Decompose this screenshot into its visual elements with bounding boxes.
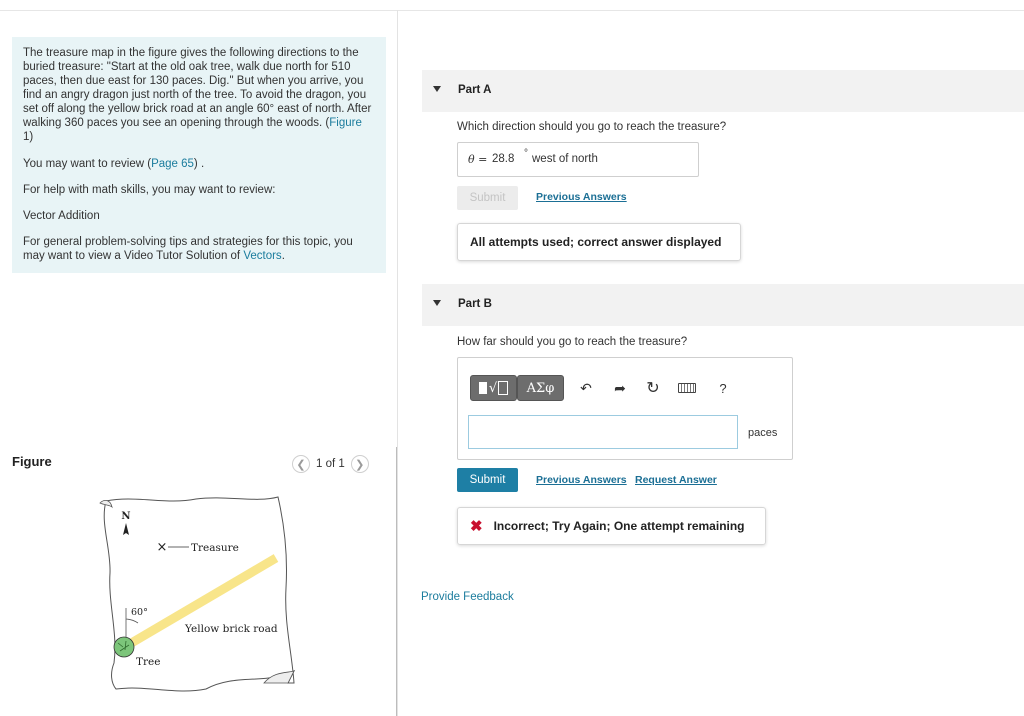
templates-icon[interactable]: √ xyxy=(470,375,517,401)
redo-icon[interactable]: ➦ xyxy=(611,375,629,401)
part-a-question: Which direction should you go to reach t… xyxy=(457,121,727,133)
problem-line: The treasure map in the figure gives the… xyxy=(23,47,359,59)
treasure-label: Treasure xyxy=(191,542,239,554)
collapse-triangle-icon[interactable] xyxy=(433,86,441,92)
road-label: Yellow brick road xyxy=(184,623,278,635)
collapse-triangle-icon[interactable] xyxy=(433,300,441,306)
greek-symbols-button[interactable]: ΑΣφ xyxy=(517,375,564,401)
part-b-previous-answers-link[interactable]: Previous Answers xyxy=(536,474,627,486)
math-help-text: For help with math skills, you may want … xyxy=(23,184,276,196)
figure-link-cont[interactable]: 1) xyxy=(23,130,33,144)
north-label: N xyxy=(121,511,130,522)
problem-line: paces, then due east for 130 paces. Dig.… xyxy=(23,75,364,87)
top-divider xyxy=(0,10,1024,11)
tree-icon xyxy=(113,636,135,658)
part-a-status-banner: All attempts used; correct answer displa… xyxy=(457,223,741,261)
review-prefix: You may want to review ( xyxy=(23,158,152,170)
reset-icon[interactable]: ↻ xyxy=(644,375,662,401)
figure-title: Figure xyxy=(12,454,52,469)
part-b-header[interactable]: Part B xyxy=(422,284,1024,326)
problem-line: set off along the yellow brick road at a… xyxy=(23,103,372,115)
part-b-status-text: Incorrect; Try Again; One attempt remain… xyxy=(493,519,745,533)
figure-link[interactable]: Figure xyxy=(329,117,362,129)
request-answer-link[interactable]: Request Answer xyxy=(635,474,717,486)
problem-statement: The treasure map in the figure gives the… xyxy=(12,37,386,273)
problem-line: walking 360 paces you see an opening thr… xyxy=(23,117,362,129)
problem-line: buried treasure: "Start at the old oak t… xyxy=(23,61,351,73)
part-a-header[interactable]: Part A xyxy=(422,70,1024,112)
column-divider xyxy=(397,10,398,716)
chevron-left-icon[interactable]: ❮ xyxy=(292,455,310,473)
tips-prefix: may want to view a Video Tutor Solution … xyxy=(23,250,244,262)
tips-line: For general problem-solving tips and str… xyxy=(23,236,353,248)
keyboard-icon[interactable] xyxy=(677,375,697,401)
angle-label: 60° xyxy=(131,607,148,618)
math-answer-editor: √ ΑΣφ ↶ ➦ ↻ ? paces xyxy=(457,357,793,460)
answer-suffix: west of north xyxy=(532,153,598,165)
review-suffix: ) . xyxy=(193,158,205,170)
figure-pager: ❮ 1 of 1 ❯ xyxy=(292,455,369,473)
theta-symbol: θ = xyxy=(468,153,488,166)
pager-text: 1 of 1 xyxy=(316,458,345,470)
part-a-status-text: All attempts used; correct answer displa… xyxy=(470,235,722,249)
answer-value: 28.8 xyxy=(492,153,515,165)
units-label: paces xyxy=(748,427,778,439)
provide-feedback-link[interactable]: Provide Feedback xyxy=(421,591,514,603)
part-b-label: Part B xyxy=(458,298,492,310)
vector-addition-link[interactable]: Vector Addition xyxy=(23,209,100,223)
tips-line: may want to view a Video Tutor Solution … xyxy=(23,249,285,263)
tips-suffix: . xyxy=(281,250,285,262)
close-x-icon: ✖ xyxy=(470,518,483,535)
distance-input[interactable] xyxy=(468,415,738,449)
part-a-previous-answers-link[interactable]: Previous Answers xyxy=(536,191,627,203)
undo-icon[interactable]: ↶ xyxy=(577,375,595,401)
part-a-label: Part A xyxy=(458,84,492,96)
degree-symbol: ° xyxy=(524,148,528,159)
map-parchment xyxy=(103,496,296,692)
part-b-submit-button[interactable]: Submit xyxy=(457,468,518,492)
review-page-link[interactable]: Page 65 xyxy=(151,158,194,170)
problem-line: find an angry dragon just north of the t… xyxy=(23,89,367,101)
part-a-submit-button: Submit xyxy=(457,186,518,210)
part-a-answer: θ = 28.8 ° west of north xyxy=(457,142,699,177)
chevron-right-icon[interactable]: ❯ xyxy=(350,455,369,473)
vectors-link[interactable]: Vectors xyxy=(243,250,281,262)
part-b-question: How far should you go to reach the treas… xyxy=(457,336,688,348)
help-button[interactable]: ? xyxy=(716,375,730,401)
treasure-map-image: N × Treasure 60° Tree Yellow brick road xyxy=(99,496,296,692)
tree-label: Tree xyxy=(136,656,160,668)
treasure-x-icon: × xyxy=(157,540,168,555)
review-line: You may want to review (Page 65) . xyxy=(23,157,204,171)
figure-divider xyxy=(396,447,397,716)
part-b-status-banner: ✖ Incorrect; Try Again; One attempt rema… xyxy=(457,507,766,545)
